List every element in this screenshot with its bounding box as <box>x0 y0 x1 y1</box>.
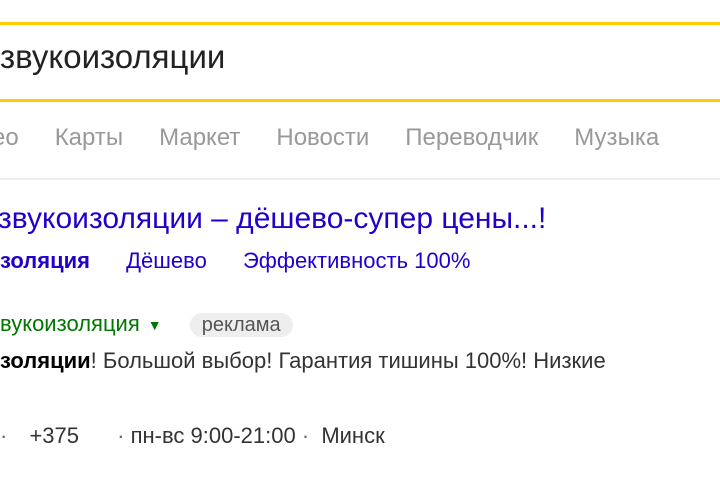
sitelink-1[interactable]: золяция <box>0 248 90 273</box>
tab-video[interactable]: део <box>0 124 19 152</box>
tab-market[interactable]: Маркет <box>159 124 240 152</box>
sitelink-2[interactable]: Дёшево <box>126 248 207 273</box>
snippet-highlight: золяции <box>0 348 91 373</box>
contact-separator: · <box>117 423 125 448</box>
dropdown-arrow-icon[interactable]: ▼ <box>148 317 162 333</box>
tab-translator[interactable]: Переводчик <box>405 124 538 152</box>
tab-news[interactable]: Новости <box>276 124 369 152</box>
tabs-divider <box>0 178 720 180</box>
contact-separator: · <box>0 423 8 448</box>
contact-separator: · <box>301 423 310 448</box>
search-query[interactable]: звукоизоляции <box>0 40 225 73</box>
result-url-line: вукоизоляция ▼ реклама <box>0 311 293 338</box>
ad-badge: реклама <box>189 313 293 338</box>
contact-hours: пн-вс 9:00-21:00 <box>130 423 296 448</box>
tab-maps[interactable]: Карты <box>55 124 123 152</box>
result-title-link[interactable]: звукоизоляции – дёшево-супер цены...! <box>0 204 546 234</box>
contact-city: Минск <box>321 423 385 448</box>
tab-music[interactable]: Музыка <box>574 124 659 152</box>
contact-phone[interactable]: +375 <box>29 423 79 448</box>
result-snippet: золяции! Большой выбор! Гарантия тишины … <box>0 350 606 372</box>
sitelinks: золяция Дёшево Эффективность 100% <box>0 250 500 272</box>
snippet-text: ! Большой выбор! Гарантия тишины 100%! Н… <box>90 348 606 373</box>
search-tabs: део Карты Маркет Новости Переводчик Музы… <box>0 124 695 152</box>
result-contacts: · +375 · пн-вс 9:00-21:00 · Минск <box>0 425 385 447</box>
sitelink-3[interactable]: Эффективность 100% <box>243 248 470 273</box>
result-url[interactable]: вукоизоляция <box>0 311 140 336</box>
